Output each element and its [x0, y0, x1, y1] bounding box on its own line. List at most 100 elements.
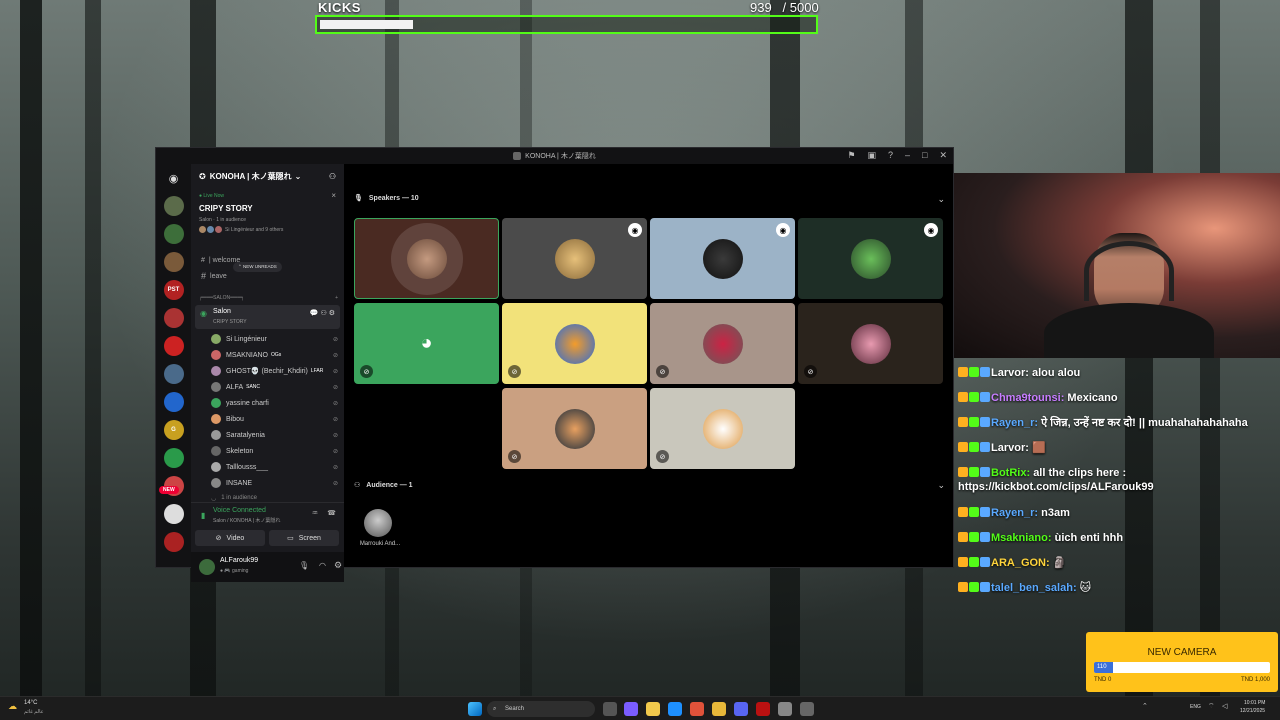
stage-member-row[interactable]: Skeleton ⊘ [191, 443, 344, 459]
task-view-icon[interactable] [603, 702, 617, 716]
new-badge[interactable]: NEW [159, 486, 179, 494]
speaker-tile[interactable]: ⊘ [650, 303, 795, 384]
speaker-tile[interactable]: ⊘ [502, 388, 647, 469]
category-salon[interactable]: ╒═══SALON═══╕ + [191, 290, 344, 306]
server-rail: ◉ PST G NEW [156, 164, 191, 567]
disconnect-icon[interactable]: ☎ [327, 509, 336, 517]
server-icon[interactable] [163, 196, 184, 216]
microphone-icon[interactable]: 🎙 [299, 561, 309, 570]
close-icon[interactable]: × [331, 191, 336, 200]
server-icon[interactable] [163, 252, 184, 272]
add-channel-icon[interactable]: + [335, 295, 338, 301]
server-icon[interactable] [163, 448, 184, 468]
hash-icon: # [201, 271, 207, 281]
live-stage-card[interactable]: ● Live Now × CRIPY STORY Salon · 1 in au… [195, 190, 340, 260]
copilot-icon[interactable] [624, 702, 638, 716]
audience-avatar[interactable] [364, 509, 392, 537]
chat-username[interactable]: Rayen_r: [991, 417, 1038, 429]
mic-muted-icon: ⊘ [332, 400, 338, 407]
clock-date[interactable]: 12/21/2025 [1240, 708, 1265, 714]
stage-member-row[interactable]: yassine charfi ⊘ [191, 395, 344, 411]
chat-username[interactable]: talel_ben_salah: [991, 582, 1077, 594]
stage-member-row[interactable]: Talllousss___ ⊘ [191, 459, 344, 475]
stage-member-row[interactable]: INSANE ⊘ [191, 475, 344, 491]
stage-member-row[interactable]: Bibou ⊘ [191, 411, 344, 427]
chat-message: BotRix: all the clips here : https://kick… [958, 466, 1276, 494]
chat-username[interactable]: Larvor: [991, 367, 1029, 379]
speaker-tile[interactable]: ◉ [798, 218, 943, 299]
stage-member-row[interactable]: Si Lingénieur ⊘ [191, 331, 344, 347]
chevron-down-icon[interactable]: ⌄ [937, 194, 945, 205]
discord-taskbar-icon[interactable] [734, 702, 748, 716]
inbox-icon[interactable]: ▣ [867, 150, 876, 161]
server-icon[interactable] [163, 504, 184, 524]
tray-chevron-icon[interactable]: ⌃ [1142, 702, 1148, 710]
app-icon[interactable] [800, 702, 814, 716]
stage-actions[interactable]: 💬 ⚇ ⚙ [310, 309, 335, 317]
speaker-tile[interactable]: ⊘ [502, 303, 647, 384]
channel-leave[interactable]: # leave [191, 268, 344, 284]
weather-icon[interactable]: ☁ [8, 701, 17, 712]
network-icon[interactable]: ⌔ [1208, 702, 1215, 711]
windows-start-icon[interactable] [468, 702, 482, 716]
chat-link[interactable]: https://kickbot.com/clips/ALFarouk99 [958, 481, 1154, 493]
stage-member-row[interactable]: ALFA SANC ⊘ [191, 379, 344, 395]
chat-badge-icon [958, 442, 968, 452]
close-button[interactable]: ✕ [939, 150, 947, 161]
speaker-avatar [702, 323, 743, 364]
server-icon[interactable]: G [163, 420, 184, 440]
live-now-label: ● Live Now [199, 193, 224, 199]
speaker-tile[interactable]: ◕ ⊘ [354, 303, 499, 384]
brave-icon[interactable] [690, 702, 704, 716]
speaker-tile[interactable]: ⊘ [650, 388, 795, 469]
speaker-tile[interactable]: ◉ [650, 218, 795, 299]
speaker-tile[interactable]: ◉ [502, 218, 647, 299]
screen-share-button[interactable]: ▭ Screen [269, 530, 339, 546]
video-button[interactable]: ⊘ Video [195, 530, 265, 546]
channel-salon-stage[interactable]: ◉ Salon CRIPY STORY 💬 ⚇ ⚙ [195, 305, 340, 329]
server-icon[interactable]: PST [163, 280, 184, 300]
discord-home-icon[interactable]: ◉ [163, 168, 184, 188]
stage-member-row[interactable]: GHOST💀 (Bechir_Khdiri) LFAR ⊘ [191, 363, 344, 379]
chat-username[interactable]: Larvor: [991, 442, 1029, 454]
obs-icon[interactable] [756, 702, 770, 716]
server-header[interactable]: ✪ KONOHA | 木ノ葉隠れ ⌄ ⚇ [199, 169, 336, 183]
server-icon[interactable] [163, 308, 184, 328]
clock-time[interactable]: 10:01 PM [1244, 700, 1265, 706]
file-explorer-icon[interactable] [646, 702, 660, 716]
server-icon[interactable] [163, 224, 184, 244]
taskbar-search[interactable]: ⌕ Search [487, 701, 595, 717]
minimize-button[interactable]: – [905, 150, 910, 161]
audience-member-name: Marrouki And... [359, 541, 401, 547]
volume-icon[interactable]: ◁ [1222, 702, 1227, 710]
chrome-icon[interactable] [712, 702, 726, 716]
speaker-tile[interactable]: ⊘ [798, 303, 943, 384]
chat-badge-icon [969, 507, 979, 517]
help-icon[interactable]: ? [888, 150, 893, 161]
chat-username[interactable]: Chma9tounsi: [991, 392, 1064, 404]
speaker-tile[interactable] [354, 218, 499, 299]
stage-member-row[interactable]: MSAKNIANO OGs ⊘ [191, 347, 344, 363]
language-indicator[interactable]: ENG [1190, 704, 1201, 710]
server-icon[interactable] [163, 364, 184, 384]
avatar[interactable] [199, 559, 215, 575]
chat-username[interactable]: Msakniano: [991, 532, 1052, 544]
headphones-icon[interactable]: ◠ [319, 561, 326, 570]
microphone-icon: 🎙 [354, 195, 363, 202]
server-icon[interactable] [163, 336, 184, 356]
noise-suppression-icon[interactable]: ♒ [312, 509, 318, 517]
chat-username[interactable]: Rayen_r: [991, 507, 1038, 519]
server-icon[interactable] [163, 532, 184, 552]
stage-member-row[interactable]: Saratalyenia ⊘ [191, 427, 344, 443]
server-icon[interactable] [163, 392, 184, 412]
app-icon[interactable] [778, 702, 792, 716]
edge-icon[interactable] [668, 702, 682, 716]
voice-location[interactable]: Salon / KONOHA | 木ノ葉隠れ [213, 517, 280, 524]
add-member-icon[interactable]: ⚇ [329, 172, 336, 181]
chevron-down-icon[interactable]: ⌄ [937, 480, 945, 491]
chat-username[interactable]: BotRix: [991, 467, 1030, 479]
settings-gear-icon[interactable]: ⚙ [334, 560, 342, 571]
flag-icon[interactable]: ⚑ [847, 150, 855, 161]
maximize-button[interactable]: □ [922, 150, 927, 161]
chat-username[interactable]: ARA_GON: [991, 557, 1050, 569]
